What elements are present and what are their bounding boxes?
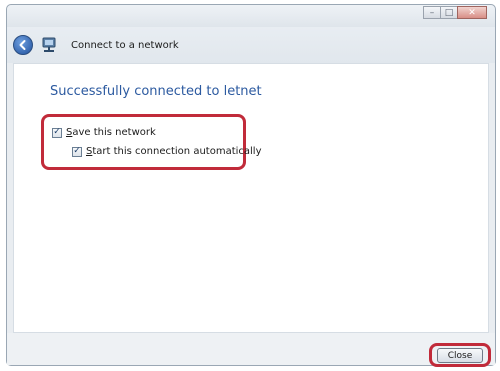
success-heading: Successfully connected to letnet xyxy=(50,84,262,99)
auto-connect-checkbox[interactable]: ✓ xyxy=(72,146,82,157)
maximize-button[interactable]: □ xyxy=(440,6,458,19)
nav-bar: Connect to a network xyxy=(7,27,495,63)
footer-bar xyxy=(7,333,495,365)
network-icon xyxy=(42,37,56,52)
save-network-checkbox[interactable]: ✓ xyxy=(52,127,62,138)
nav-title: Connect to a network xyxy=(71,39,179,51)
connect-network-window: – □ ✕ Connect to a network Successfully … xyxy=(6,4,496,367)
back-button[interactable] xyxy=(13,35,33,55)
window-close-button[interactable]: ✕ xyxy=(457,6,487,19)
save-network-label: Save this network xyxy=(66,127,156,138)
window-controls: – □ ✕ xyxy=(423,6,487,19)
auto-connect-option[interactable]: ✓ Start this connection automatically xyxy=(72,146,262,157)
close-button[interactable]: Close xyxy=(437,348,483,363)
options-highlight xyxy=(41,114,246,170)
auto-connect-label: Start this connection automatically xyxy=(86,146,262,157)
save-network-option[interactable]: ✓ Save this network xyxy=(52,127,156,138)
back-arrow-icon xyxy=(19,40,26,50)
minimize-button[interactable]: – xyxy=(423,6,441,19)
title-bar: – □ ✕ xyxy=(7,5,495,27)
content-panel: Successfully connected to letnet ✓ Save … xyxy=(13,63,489,333)
